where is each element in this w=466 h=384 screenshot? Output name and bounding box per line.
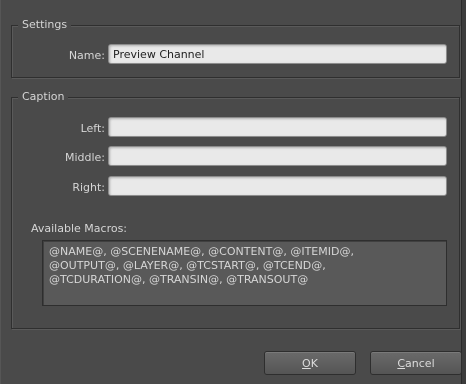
caption-group-title: Caption <box>18 90 69 104</box>
settings-group-title: Settings <box>18 18 72 32</box>
middle-label: Middle: <box>64 151 105 164</box>
ok-label-rest: K <box>310 357 318 370</box>
cancel-mnemonic: C <box>397 357 406 370</box>
right-caption-field[interactable] <box>108 176 447 196</box>
left-label: Left: <box>80 122 105 135</box>
available-macros-list: @NAME@, @SCENENAME@, @CONTENT@, @ITEMID@… <box>42 240 447 306</box>
caption-settings-dialog: Settings Name: Caption Left: Middle: Rig… <box>0 0 462 384</box>
name-field[interactable] <box>108 44 447 64</box>
cancel-button[interactable]: Cancel <box>370 351 462 375</box>
right-label: Right: <box>72 181 105 194</box>
name-label: Name: <box>68 49 105 62</box>
ok-button[interactable]: OK <box>264 351 356 375</box>
cancel-label-rest: ancel <box>405 357 435 370</box>
available-macros-label: Available Macros: <box>31 222 128 235</box>
middle-caption-field[interactable] <box>108 146 447 166</box>
left-caption-field[interactable] <box>108 117 447 137</box>
ok-mnemonic: O <box>302 357 311 370</box>
